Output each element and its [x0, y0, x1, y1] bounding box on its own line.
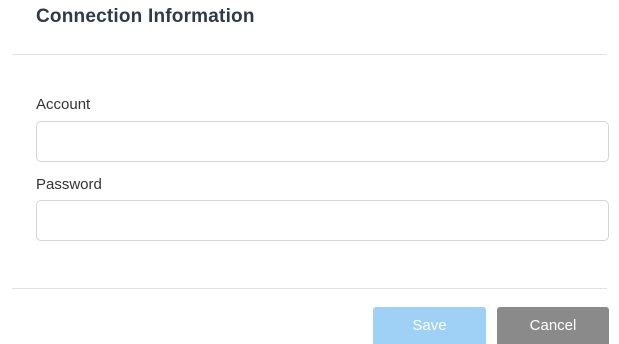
- save-button[interactable]: Save: [373, 307, 486, 344]
- dialog-header: Connection Information: [12, 0, 607, 55]
- dialog-title: Connection Information: [36, 6, 255, 27]
- account-input[interactable]: [36, 121, 609, 162]
- cancel-button[interactable]: Cancel: [497, 307, 609, 344]
- password-label: Password: [36, 176, 102, 193]
- account-label: Account: [36, 96, 91, 113]
- password-input[interactable]: [36, 200, 609, 241]
- dialog-footer-divider: [12, 288, 607, 289]
- connection-information-dialog: Connection Information Account Password …: [0, 0, 619, 344]
